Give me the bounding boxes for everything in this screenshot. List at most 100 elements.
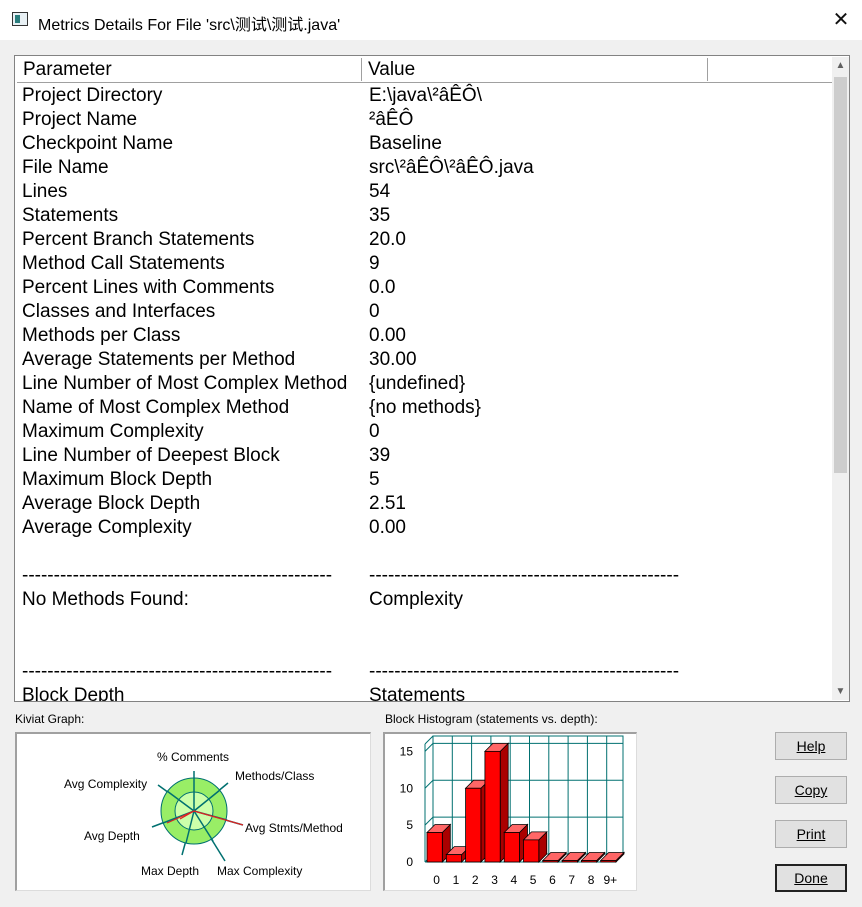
vertical-scrollbar[interactable]: ▲ ▼ <box>832 57 849 700</box>
histogram-bar <box>523 839 540 863</box>
done-button[interactable]: Done <box>775 864 847 892</box>
histogram-bar <box>426 832 443 863</box>
value-cell: 0.0 <box>369 277 396 298</box>
table-row[interactable]: Checkpoint Name Baseline <box>17 132 832 156</box>
histogram-y-tick-label: 0 <box>406 855 413 869</box>
parameter-cell: Line Number of Deepest Block <box>22 445 280 466</box>
parameter-cell: Statements <box>22 205 119 226</box>
value-cell: Complexity <box>369 589 463 610</box>
table-row[interactable]: File Name src\²âÊÔ\²âÊÔ.java <box>17 156 832 180</box>
help-button[interactable]: Help <box>775 732 847 760</box>
value-cell: ²âÊÔ <box>369 109 414 130</box>
histogram-bar <box>484 750 501 863</box>
block-histogram-panel: 0 1 2 3 4 5 6 7 8 9+ 0 5 10 15 <box>383 732 637 891</box>
column-header-value[interactable]: Value <box>362 58 708 81</box>
kiviat-axis-label: Avg Depth <box>84 829 140 843</box>
print-button[interactable]: Print <box>775 820 847 848</box>
value-cell: E:\java\²âÊÔ\ <box>369 85 482 106</box>
table-row[interactable] <box>17 540 832 564</box>
scroll-up-icon[interactable]: ▲ <box>832 57 849 74</box>
parameter-cell: Line Number of Most Complex Method <box>22 373 348 394</box>
parameter-cell: Lines <box>22 181 68 202</box>
table-row[interactable]: Name of Most Complex Method {no methods} <box>17 396 832 420</box>
histogram-bar <box>445 854 462 863</box>
scroll-thumb[interactable] <box>834 77 847 473</box>
value-cell: 0.00 <box>369 517 406 538</box>
parameter-cell: Percent Lines with Comments <box>22 277 275 298</box>
title-bar: Metrics Details For File 'src\测试\测试.java… <box>0 0 862 40</box>
parameter-cell: File Name <box>22 157 109 178</box>
table-row[interactable]: Percent Lines with Comments 0.0 <box>17 276 832 300</box>
table-row[interactable]: Percent Branch Statements 20.0 <box>17 228 832 252</box>
value-cell: {undefined} <box>369 373 466 394</box>
value-cell: ----------------------------------------… <box>369 661 680 682</box>
table-row[interactable]: Average Block Depth 2.51 <box>17 492 832 516</box>
close-icon[interactable]: ✕ <box>826 6 856 34</box>
histogram-x-tick-label: 6 <box>549 873 556 887</box>
table-row[interactable]: Project Name ²âÊÔ <box>17 108 832 132</box>
histogram-gridline <box>424 743 434 752</box>
parameter-cell: Average Block Depth <box>22 493 201 514</box>
metrics-table[interactable]: Parameter Value Project Directory E:\java… <box>14 55 850 702</box>
value-cell: 20.0 <box>369 229 406 250</box>
table-row[interactable]: ----------------------------------------… <box>17 660 832 684</box>
histogram-y-tick-label: 5 <box>406 818 413 832</box>
table-row[interactable]: Methods per Class 0.00 <box>17 324 832 348</box>
histogram-gridline <box>424 779 434 789</box>
table-row[interactable]: Project Directory E:\java\²âÊÔ\ <box>17 84 832 108</box>
kiviat-axis-label: Max Depth <box>141 864 199 878</box>
table-row[interactable]: Classes and Interfaces 0 <box>17 300 832 324</box>
kiviat-graph: % Comments Methods/Class Avg Stmts/Metho… <box>64 750 343 878</box>
histogram-bar <box>503 832 520 863</box>
value-cell: 35 <box>369 205 391 226</box>
table-row[interactable]: Method Call Statements 9 <box>17 252 832 276</box>
table-row[interactable]: No Methods Found: Complexity <box>17 588 832 612</box>
parameter-cell: Checkpoint Name <box>22 133 174 154</box>
table-row[interactable] <box>17 612 832 636</box>
parameter-cell: Average Statements per Method <box>22 349 296 370</box>
kiviat-axis-label: Methods/Class <box>235 769 314 783</box>
histogram-x-tick-label: 7 <box>568 873 575 887</box>
copy-button[interactable]: Copy <box>775 776 847 804</box>
histogram-gridline <box>424 816 434 826</box>
value-cell: Statements <box>369 685 466 702</box>
table-header: Parameter Value <box>17 58 832 83</box>
table-row[interactable]: Maximum Complexity 0 <box>17 420 832 444</box>
table-row[interactable]: Lines 54 <box>17 180 832 204</box>
value-cell: 30.00 <box>369 349 417 370</box>
value-cell: 39 <box>369 445 391 466</box>
histogram-y-tick-label: 10 <box>400 781 414 795</box>
table-row[interactable]: ----------------------------------------… <box>17 564 832 588</box>
table-row[interactable]: Average Complexity 0.00 <box>17 516 832 540</box>
table-row[interactable] <box>17 636 832 660</box>
histogram-x-tick-label: 2 <box>472 873 479 887</box>
value-cell: 54 <box>369 181 391 202</box>
histogram-bar <box>542 860 559 863</box>
scroll-down-icon[interactable]: ▼ <box>832 683 849 700</box>
parameter-cell: Method Call Statements <box>22 253 225 274</box>
value-cell: Baseline <box>369 133 442 154</box>
app-icon <box>12 12 28 26</box>
value-cell: 2.51 <box>369 493 406 514</box>
table-row[interactable]: Block Depth Statements <box>17 684 832 702</box>
block-histogram: 0 1 2 3 4 5 6 7 8 9+051015 <box>400 735 625 887</box>
histogram-x-tick-label: 9+ <box>604 873 618 887</box>
table-row[interactable]: Average Statements per Method 30.00 <box>17 348 832 372</box>
table-row[interactable]: Statements 35 <box>17 204 832 228</box>
kiviat-label: Kiviat Graph: <box>15 712 85 726</box>
parameter-cell: No Methods Found: <box>22 589 189 610</box>
parameter-cell: Maximum Complexity <box>22 421 204 442</box>
parameter-cell: Maximum Block Depth <box>22 469 213 490</box>
parameter-cell: Classes and Interfaces <box>22 301 216 322</box>
column-header-parameter[interactable]: Parameter <box>17 58 362 81</box>
value-cell: {no methods} <box>369 397 481 418</box>
kiviat-axis-label: Max Complexity <box>217 864 302 878</box>
table-rows: Project Directory E:\java\²âÊÔ\ Project Na… <box>17 84 832 702</box>
histogram-bar <box>580 860 598 863</box>
parameter-cell: Project Name <box>22 109 138 130</box>
parameter-cell: Name of Most Complex Method <box>22 397 290 418</box>
table-row[interactable]: Line Number of Deepest Block 39 <box>17 444 832 468</box>
value-cell: 0 <box>369 301 380 322</box>
table-row[interactable]: Maximum Block Depth 5 <box>17 468 832 492</box>
table-row[interactable]: Line Number of Most Complex Method {undef… <box>17 372 832 396</box>
